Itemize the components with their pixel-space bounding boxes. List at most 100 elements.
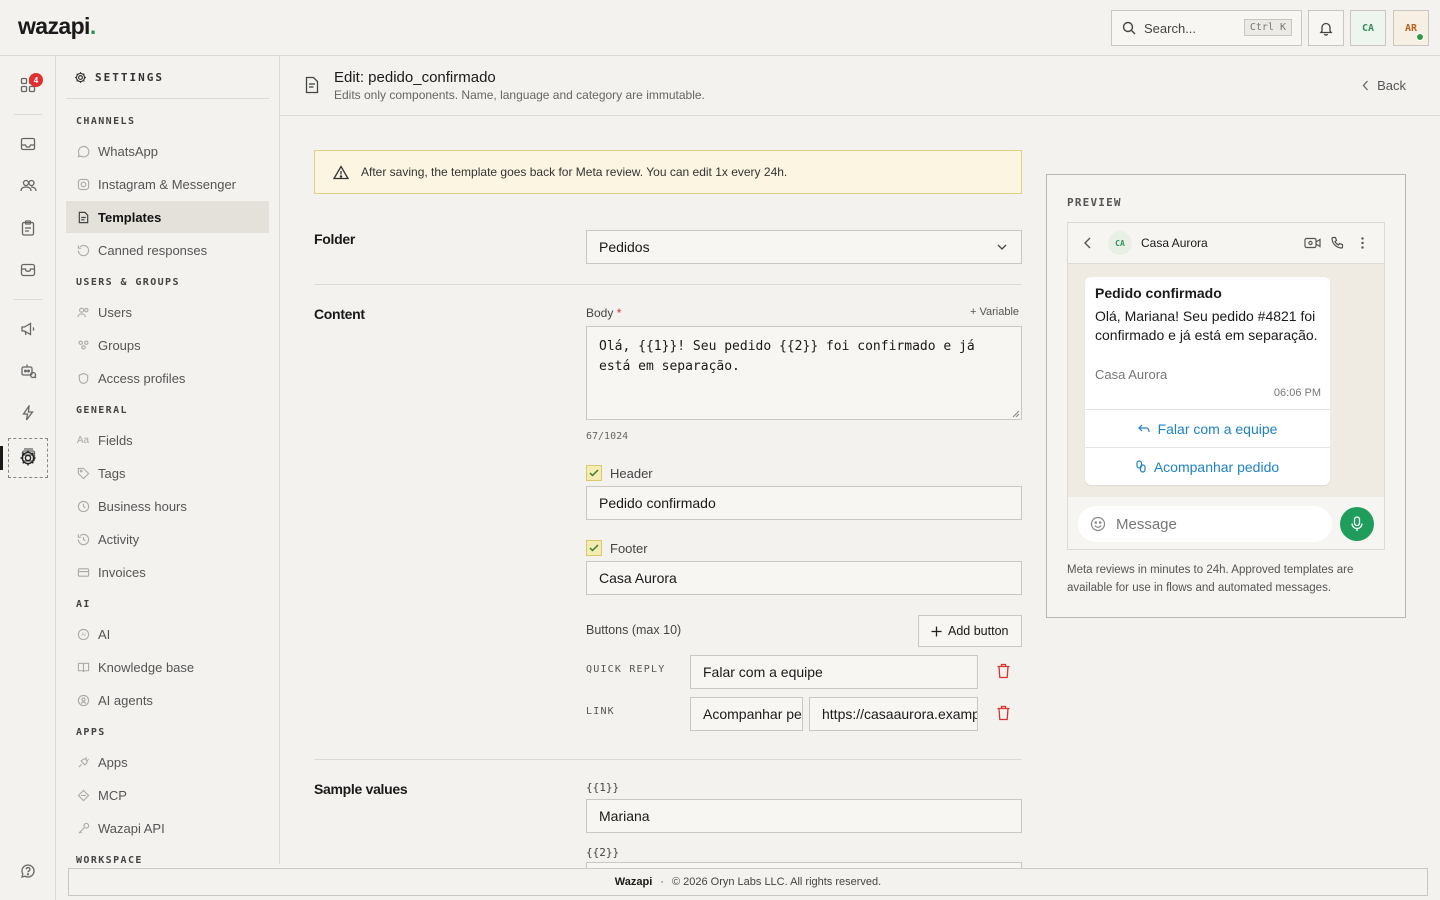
section-title-channels: CHANNELS [76,116,136,127]
sidebar-item-instagram[interactable]: Instagram & Messenger [66,168,269,200]
archive-icon[interactable] [17,259,39,281]
shield-icon [76,371,90,385]
footer-input[interactable]: Casa Aurora [586,561,1022,595]
add-variable-button[interactable]: + Variable [970,306,1019,318]
megaphone-icon[interactable] [17,318,39,340]
body-label: Body * [586,306,622,320]
header-input[interactable]: Pedido confirmado [586,486,1022,520]
warning-text: After saving, the template goes back for… [361,165,788,179]
folder-section-label: Folder [314,231,355,247]
trash-icon[interactable] [996,663,1011,679]
settings-gear-icon[interactable] [8,438,48,478]
sidebar-item-label: Users [98,304,132,320]
bell-icon [1319,21,1333,36]
warning-triangle-icon [333,164,349,180]
help-icon[interactable] [17,860,39,882]
sidebar-item-tags[interactable]: Tags [66,457,269,489]
sidebar-item-label: Access profiles [98,370,186,386]
header-checkbox[interactable] [586,465,602,481]
sidebar-item-users[interactable]: Users [66,296,269,328]
sidebar-item-whatsapp[interactable]: WhatsApp [66,135,269,167]
folder-select[interactable]: Pedidos [586,230,1022,264]
rail-divider [14,114,42,115]
lightning-icon[interactable] [17,402,39,424]
avatar-initials: AR [1404,22,1418,34]
sidebar-item-canned-responses[interactable]: Canned responses [66,234,269,266]
sidebar-item-label: Activity [98,531,140,547]
sidebar-item-business-hours[interactable]: Business hours [66,490,269,522]
sidebar-item-label: Wazapi API [98,820,165,836]
sidebar-item-label: Apps [98,754,128,770]
whatsapp-icon [76,144,90,158]
chat-composer: Message [1068,497,1384,549]
sidebar-item-label: Groups [98,337,141,353]
sidebar-item-wazapi-api[interactable]: Wazapi API [66,812,269,844]
add-button-label: Add button [948,624,1009,638]
sidebar-item-invoices[interactable]: Invoices [66,556,269,588]
message-header: Pedido confirmado [1095,285,1222,301]
section-title-apps: APPS [76,727,106,738]
section-divider [314,284,1022,285]
sidebar-item-label: MCP [98,787,127,803]
top-bar: wazapi. Search... Ctrl K CA AR [0,0,1440,56]
add-button-button[interactable]: Add button [918,615,1022,647]
template-icon [76,210,90,224]
ai-chip-icon: AI [76,627,90,641]
sidebar-item-fields[interactable]: Aa Fields [66,424,269,456]
preview-title: PREVIEW [1067,196,1122,209]
sidebar-item-mcp[interactable]: MCP [66,779,269,811]
diamond-icon [76,788,90,802]
sidebar-item-knowledge-base[interactable]: Knowledge base [66,651,269,683]
chevron-left-icon [1362,80,1369,91]
sidebar-item-apps[interactable]: Apps [66,746,269,778]
content-section-label: Content [314,306,365,322]
preview-message-input[interactable]: Message [1078,506,1332,542]
link-chain-icon [1136,460,1146,473]
sidebar-item-groups[interactable]: Groups [66,329,269,361]
ai-agent-icon [76,693,90,707]
sidebar-item-label: AI [98,626,111,642]
sidebar-item-access-profiles[interactable]: Access profiles [66,362,269,394]
settings-sidebar: SETTINGS CHANNELS WhatsApp Instagram & M… [56,56,280,864]
sidebar-item-templates[interactable]: Templates [66,201,269,233]
sidebar-item-label: Templates [98,209,162,225]
resize-handle-icon[interactable] [1012,410,1020,418]
phone-mockup: CA Casa Aurora Pedido confirmado Olá, Ma… [1067,222,1385,550]
contact-name: Casa Aurora [1141,236,1208,250]
preview-link-button[interactable]: Acompanhar pedido [1085,448,1330,485]
emoji-icon [1090,516,1106,532]
footer-toggle-label: Footer [610,541,648,556]
back-button[interactable]: Back [1362,78,1406,93]
link-url-input[interactable]: https://casaaurora.example [809,697,978,731]
link-text-input[interactable]: Acompanhar pedido [690,697,803,731]
text-field-icon: Aa [76,434,90,446]
contacts-icon[interactable] [17,175,39,197]
preview-quick-reply-button[interactable]: Falar com a equipe [1085,410,1330,447]
mic-button[interactable] [1340,507,1374,541]
quick-reply-text-input[interactable]: Falar com a equipe [690,655,978,689]
sample-value-input-1[interactable]: Mariana [586,799,1022,833]
footer-checkbox[interactable] [586,540,602,556]
user-avatar-button[interactable]: AR [1393,10,1429,46]
clipboard-icon[interactable] [17,217,39,239]
sidebar-item-label: Tags [98,465,126,481]
sidebar-item-label: Canned responses [98,242,208,258]
workspace-switcher[interactable]: CA [1350,10,1386,46]
global-search[interactable]: Search... Ctrl K [1111,10,1302,46]
button-type-label: QUICK REPLY [586,664,666,675]
sidebar-item-ai-agents[interactable]: AI agents [66,684,269,716]
footer-brand: Wazapi [614,876,653,888]
sidebar-item-activity[interactable]: Activity [66,523,269,555]
instagram-icon [76,177,90,191]
trash-icon[interactable] [996,705,1011,721]
sidebar-item-label: WhatsApp [98,143,158,159]
sample-var-label: {{1}} [586,781,620,794]
key-icon [76,821,90,835]
bot-icon[interactable] [17,360,39,382]
notifications-button[interactable] [1308,10,1344,46]
inbox-icon[interactable] [17,133,39,155]
body-textarea[interactable]: Olá, {{1}}! Seu pedido {{2}} foi confirm… [586,326,1022,420]
preview-btn2-label: Acompanhar pedido [1153,458,1280,475]
app-logo[interactable]: wazapi. [18,13,96,40]
sidebar-item-ai[interactable]: AI AI [66,618,269,650]
